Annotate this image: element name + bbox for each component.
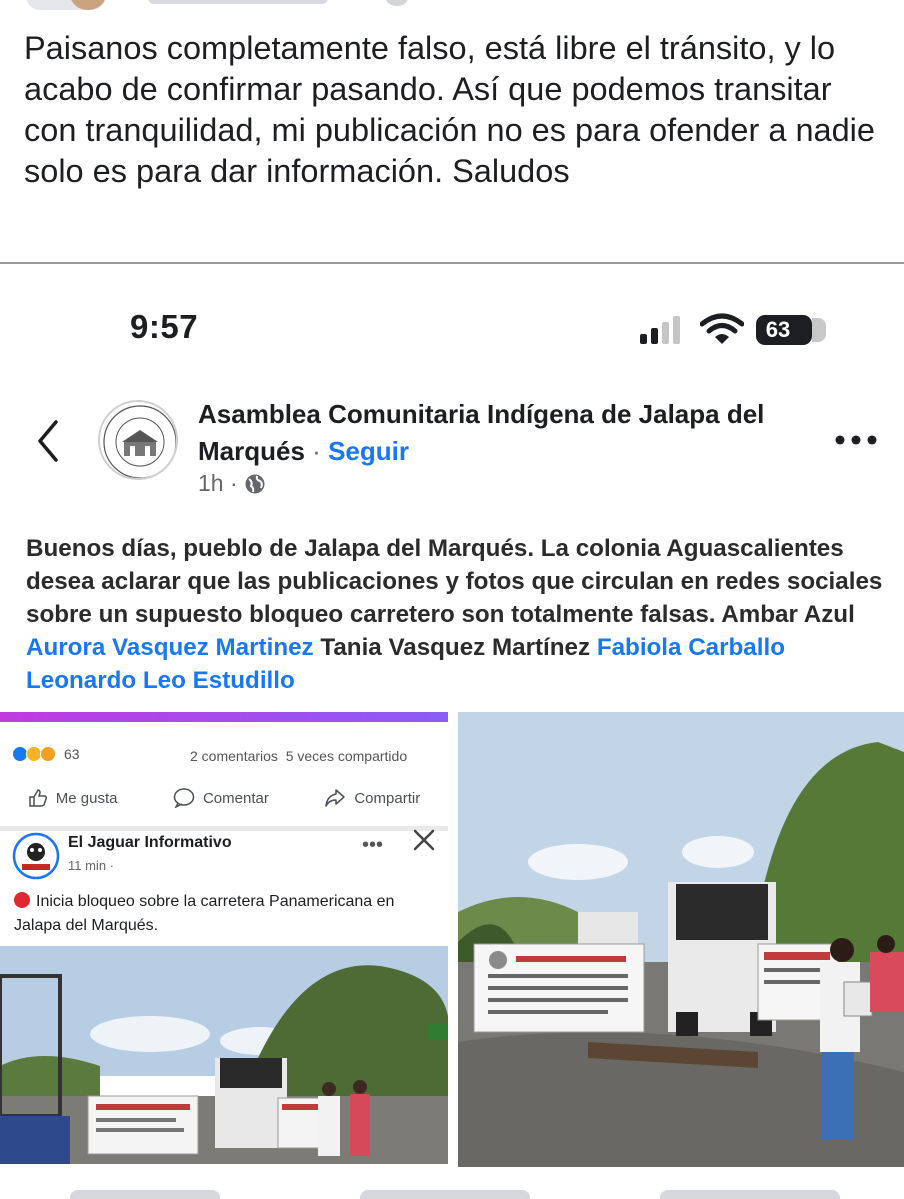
comments-count[interactable]: 2 comentarios <box>190 748 278 764</box>
more-options-icon[interactable] <box>834 430 878 450</box>
blockade-photo-large[interactable] <box>458 712 904 1167</box>
embedded-post-text: Inicia bloqueo sobre la carretera Paname… <box>14 890 444 938</box>
globe-icon <box>386 0 408 6</box>
like-label: Me gusta <box>55 789 118 807</box>
section-divider <box>0 826 448 831</box>
wifi-icon <box>700 313 744 344</box>
embedded-post-time: 11 min · <box>68 858 114 873</box>
share-label: Compartir <box>354 789 421 807</box>
status-time: 9:57 <box>130 308 199 345</box>
share-button[interactable]: Compartir <box>324 788 420 808</box>
author-name-cropped[interactable] <box>148 0 328 4</box>
follow-button[interactable]: Seguir <box>328 436 409 466</box>
embedded-author-name[interactable]: El Jaguar Informativo <box>68 834 232 852</box>
gradient-bar <box>0 712 448 722</box>
page-logo[interactable] <box>98 400 178 480</box>
red-circle-icon <box>14 892 30 908</box>
comment-icon <box>173 788 195 808</box>
divider <box>0 262 904 264</box>
cropped-post-header <box>0 0 904 14</box>
post-actions: Me gusta Comentar Compartir <box>0 788 448 808</box>
jaguar-logo[interactable] <box>12 832 60 880</box>
like-button[interactable]: Me gusta <box>28 788 118 808</box>
mention-link[interactable]: Aurora Vasquez Martinez <box>26 634 314 661</box>
more-options-icon[interactable]: ••• <box>362 834 383 857</box>
close-icon[interactable] <box>412 828 436 852</box>
globe-icon <box>245 474 265 493</box>
back-arrow-icon[interactable] <box>34 418 64 464</box>
share-icon <box>325 789 346 807</box>
shares-count[interactable]: 5 veces compartido <box>286 748 407 764</box>
name-separator: · <box>312 436 321 466</box>
comment-button[interactable]: Comentar <box>173 788 269 808</box>
shared-post-body: Buenos días, pueblo de Jalapa del Marqué… <box>26 532 886 697</box>
post-time[interactable]: 1h · <box>198 470 238 497</box>
cropped-action-bar <box>0 1176 904 1199</box>
comment-label: Comentar <box>202 789 269 807</box>
reactions-summary[interactable]: 63 <box>12 746 80 762</box>
sad-reaction-icon <box>40 746 56 762</box>
signal-icon <box>640 316 686 344</box>
post-meta: 1h · <box>198 470 266 497</box>
body-text-start: Buenos días, pueblo de Jalapa del Marqué… <box>26 535 883 628</box>
body-text-mid: Tania Vasquez Martínez <box>313 634 597 661</box>
post-text: Paisanos completamente falso, está libre… <box>24 30 875 189</box>
engagement-counts: 2 comentarios 5 veces compartido <box>190 748 407 764</box>
reactions-count: 63 <box>64 746 80 762</box>
page-name[interactable]: Asamblea Comunitaria Indígena de Jalapa … <box>198 396 818 470</box>
battery-icon: 63 <box>756 315 826 345</box>
embedded-post-body: Inicia bloqueo sobre la carretera Paname… <box>14 893 395 934</box>
page-name-text[interactable]: Asamblea Comunitaria Indígena de Jalapa … <box>198 399 764 466</box>
blockade-photo-small[interactable] <box>0 946 448 1164</box>
thumbs-up-icon <box>29 789 47 807</box>
